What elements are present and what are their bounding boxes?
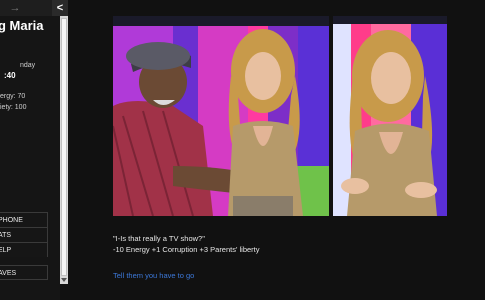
character-name: g Maria [0, 18, 44, 33]
menu-item-phone[interactable]: PHONE [0, 212, 48, 227]
scene-image-left [113, 16, 329, 216]
anxiety-stat: iety: 100 [0, 104, 27, 111]
sidebar-menu: PHONE ATS ELP AVES [0, 212, 48, 280]
scroll-down-icon[interactable] [61, 278, 67, 282]
day-label: nday [20, 62, 36, 69]
sidebar-scrollbar[interactable] [60, 16, 68, 284]
dialogue-quote: "I-Is that really a TV show?" [113, 234, 205, 243]
menu-item-saves[interactable]: AVES [0, 265, 48, 280]
energy-stat: ergy: 70 [0, 93, 26, 100]
sidebar: g Maria nday :40 ergy: 70 iety: 100 PHON… [0, 0, 60, 300]
forward-arrow-icon[interactable]: → [8, 2, 22, 14]
choice-tell-them-you-have-to-go[interactable]: Tell them you have to go [113, 271, 194, 280]
menu-item-stats[interactable]: ATS [0, 227, 48, 242]
menu-item-help[interactable]: ELP [0, 242, 48, 257]
time-label: :40 [4, 71, 16, 80]
scrollbar-thumb[interactable] [61, 18, 67, 276]
nav-bar: → < [0, 0, 68, 16]
dialogue-effects: -10 Energy +1 Corruption +3 Parents' lib… [113, 245, 260, 254]
collapse-sidebar-icon[interactable]: < [52, 0, 68, 16]
scene-image-right [333, 16, 447, 216]
